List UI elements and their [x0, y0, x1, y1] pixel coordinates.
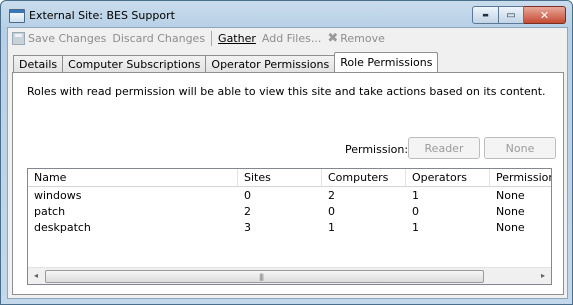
cell-name: windows: [34, 189, 82, 202]
cell-operators: 1: [412, 221, 419, 234]
discard-changes-label: Discard Changes: [112, 31, 206, 45]
scroll-right-icon[interactable]: ▸: [535, 268, 551, 284]
window-title: External Site: BES Support: [29, 9, 175, 22]
save-disk-icon: [12, 31, 25, 45]
cell-computers: 2: [328, 189, 335, 202]
table-header: Name Sites Computers Operators Permissio…: [28, 169, 551, 187]
add-files-button[interactable]: Add Files...: [259, 32, 324, 45]
gather-button[interactable]: Gather: [215, 32, 259, 45]
window: External Site: BES Support ▬ ▭ ✕ Save Ch…: [0, 0, 573, 305]
role-permissions-panel: Roles with read permission will be able …: [12, 72, 564, 295]
cell-sites: 0: [244, 189, 251, 202]
scrollbar-grip-icon: |||: [259, 273, 264, 281]
column-header-sites[interactable]: Sites: [238, 169, 322, 186]
table-row[interactable]: patch 2 0 0 None: [28, 204, 551, 220]
minimize-button[interactable]: ▬: [472, 6, 499, 24]
gather-label: Gather: [218, 31, 256, 45]
cell-operators: 0: [412, 205, 419, 218]
column-header-permission[interactable]: Permission: [490, 169, 551, 186]
table-row[interactable]: windows 0 2 1 None: [28, 188, 551, 204]
cell-permission: None: [496, 205, 525, 218]
none-button[interactable]: None: [484, 137, 556, 159]
scrollbar-thumb[interactable]: |||: [45, 270, 484, 283]
remove-button[interactable]: ✖ Remove: [324, 31, 388, 46]
maximize-icon: ▭: [506, 9, 516, 21]
column-header-operators[interactable]: Operators: [406, 169, 490, 186]
close-button[interactable]: ✕: [524, 6, 566, 24]
app-icon: [9, 9, 25, 23]
column-header-name[interactable]: Name: [28, 169, 238, 186]
scroll-left-icon[interactable]: ◂: [28, 268, 44, 284]
add-files-label: Add Files...: [261, 31, 322, 45]
remove-x-icon: ✖: [327, 30, 339, 46]
tab-computer-subscriptions[interactable]: Computer Subscriptions: [62, 55, 207, 72]
discard-changes-button[interactable]: Discard Changes: [109, 32, 208, 45]
cell-sites: 3: [244, 221, 251, 234]
save-changes-button[interactable]: Save Changes: [8, 31, 109, 45]
cell-sites: 2: [244, 205, 251, 218]
cell-name: deskpatch: [34, 221, 91, 234]
toolbar: Save Changes Discard Changes Gather Add …: [8, 28, 567, 48]
tab-operator-permissions[interactable]: Operator Permissions: [205, 55, 336, 72]
window-client-area: Save Changes Discard Changes Gather Add …: [7, 27, 568, 299]
role-permissions-description: Roles with read permission will be able …: [27, 85, 546, 98]
toolbar-separator: [211, 30, 213, 46]
remove-label: Remove: [340, 31, 385, 45]
cell-computers: 0: [328, 205, 335, 218]
tab-role-permissions[interactable]: Role Permissions: [334, 52, 439, 72]
roles-table: Name Sites Computers Operators Permissio…: [27, 168, 552, 285]
caption-buttons: ▬ ▭ ✕: [472, 6, 566, 24]
cell-permission: None: [496, 189, 525, 202]
reader-button[interactable]: Reader: [408, 137, 480, 159]
cell-computers: 1: [328, 221, 335, 234]
cell-name: patch: [34, 205, 66, 218]
permission-label: Permission:: [345, 143, 409, 156]
tab-details[interactable]: Details: [13, 55, 64, 72]
tab-strip: Details Computer Subscriptions Operator …: [13, 52, 439, 72]
save-changes-label: Save Changes: [28, 31, 107, 45]
minimize-icon: ▬: [482, 11, 489, 19]
cell-permission: None: [496, 221, 525, 234]
column-header-computers[interactable]: Computers: [322, 169, 406, 186]
table-row[interactable]: deskpatch 3 1 1 None: [28, 220, 551, 236]
cell-operators: 1: [412, 189, 419, 202]
close-icon: ✕: [539, 8, 550, 22]
maximize-button[interactable]: ▭: [499, 6, 524, 24]
horizontal-scrollbar[interactable]: ◂ ||| ▸: [28, 267, 551, 284]
